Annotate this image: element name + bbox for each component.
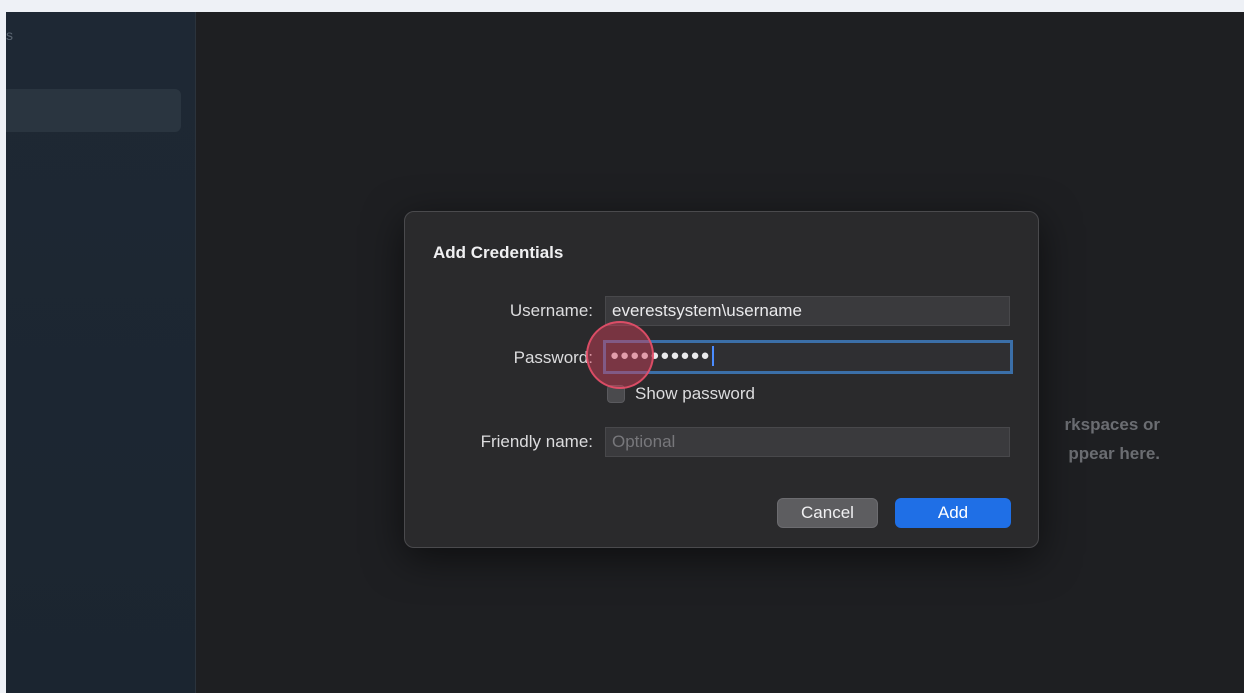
username-label: Username: — [509, 301, 593, 320]
password-label: Password: — [513, 348, 593, 367]
dialog-title: Add Credentials — [433, 243, 564, 262]
add-button[interactable]: Add — [895, 498, 1011, 528]
screen: s rkspaces or ppear here. Add Credential… — [0, 0, 1244, 693]
friendly-name-placeholder: Optional — [612, 432, 676, 451]
sidebar: s — [6, 12, 196, 693]
cancel-button[interactable]: Cancel — [777, 498, 878, 528]
friendly-name-label: Friendly name: — [480, 432, 593, 451]
username-value: everestsystem\username — [612, 301, 802, 320]
sidebar-selected-item[interactable] — [6, 89, 181, 132]
friendly-name-field[interactable]: Optional — [605, 427, 1010, 457]
sidebar-edge-text: s — [6, 27, 13, 43]
text-caret — [711, 345, 714, 366]
password-field[interactable]: ●●●●●●●●●● — [603, 340, 1013, 374]
click-indicator — [586, 321, 654, 389]
show-password-label: Show password — [635, 384, 756, 403]
add-credentials-dialog: Add Credentials Username: everestsystem\… — [404, 211, 1039, 548]
username-field[interactable]: everestsystem\username — [605, 296, 1010, 326]
